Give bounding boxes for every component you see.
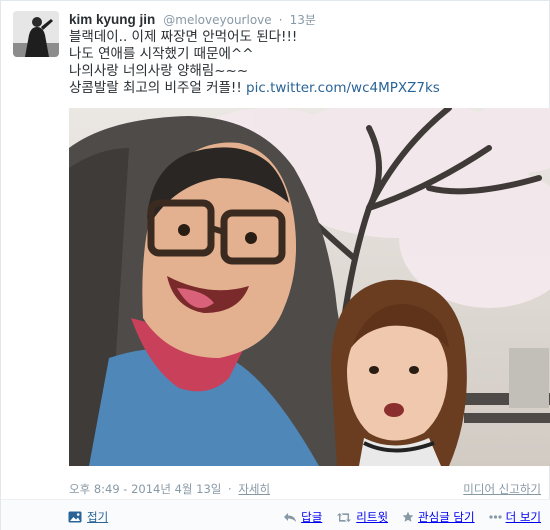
selfie-photo <box>69 108 550 466</box>
user-fullname[interactable]: kim kyung jin <box>69 12 155 27</box>
more-label: 더 보기 <box>505 510 541 524</box>
tweet-timestamp: 오후 8:49 - 2014년 4월 13일 <box>69 482 222 496</box>
reply-label: 답글 <box>301 510 323 524</box>
retweet-button[interactable]: 리트윗 <box>336 509 388 525</box>
star-icon <box>402 511 414 522</box>
reply-arrow-icon <box>284 512 297 522</box>
tweet-text-line-4: 상콤발랄 최고의 비주얼 커플!! pic.twitter.com/wc4MPX… <box>69 80 529 97</box>
tweet-media-link[interactable]: pic.twitter.com/wc4MPXZ7ks <box>246 80 440 96</box>
user-handle[interactable]: @meloveyourlove <box>163 13 271 27</box>
collapse-button[interactable]: 접기 <box>68 509 108 525</box>
tweet-actions: 답글 리트윗 관심글 담기 더 보기 <box>283 509 541 525</box>
reply-button[interactable]: 답글 <box>283 509 322 525</box>
photo-collapse-icon <box>68 511 82 523</box>
collapse-label: 접기 <box>87 510 109 524</box>
favorite-button[interactable]: 관심글 담기 <box>402 509 475 525</box>
favorite-label: 관심글 담기 <box>418 510 475 524</box>
header-separator: · <box>278 12 283 27</box>
tweet-text-line-4-text: 상콤발랄 최고의 비주얼 커플!! <box>69 80 242 96</box>
retweet-icon <box>337 512 352 522</box>
details-link[interactable]: 자세히 <box>238 482 270 496</box>
retweet-label: 리트윗 <box>356 510 389 524</box>
tweet-text-line-1: 블랙데이.. 이제 짜장면 안먹어도 된다!!! <box>69 29 298 45</box>
tweet-header: kim kyung jin @meloveyourlove · 13분 <box>69 11 316 28</box>
tweet-text-line-3: 나의사랑 너의사랑 양해림~~~ <box>69 63 249 79</box>
tweet-card: kim kyung jin @meloveyourlove · 13분 블랙데이… <box>0 0 550 530</box>
ellipsis-icon <box>488 515 502 519</box>
avatar-photo <box>13 11 59 57</box>
tweet-text-line-2: 나도 연애를 시작했기 때문에^^ <box>69 46 254 62</box>
tweet-meta: 오후 8:49 - 2014년 4월 13일 · 자세히 <box>69 481 270 497</box>
meta-separator: · <box>228 482 232 496</box>
tweet-photo[interactable] <box>69 108 550 466</box>
report-media-link[interactable]: 미디어 신고하기 <box>463 481 541 497</box>
tweet-text: 블랙데이.. 이제 짜장면 안먹어도 된다!!! 나도 연애를 시작했기 때문에… <box>69 29 529 97</box>
tweet-time[interactable]: 13분 <box>290 13 316 27</box>
more-button[interactable]: 더 보기 <box>488 509 541 525</box>
avatar[interactable] <box>13 11 59 57</box>
